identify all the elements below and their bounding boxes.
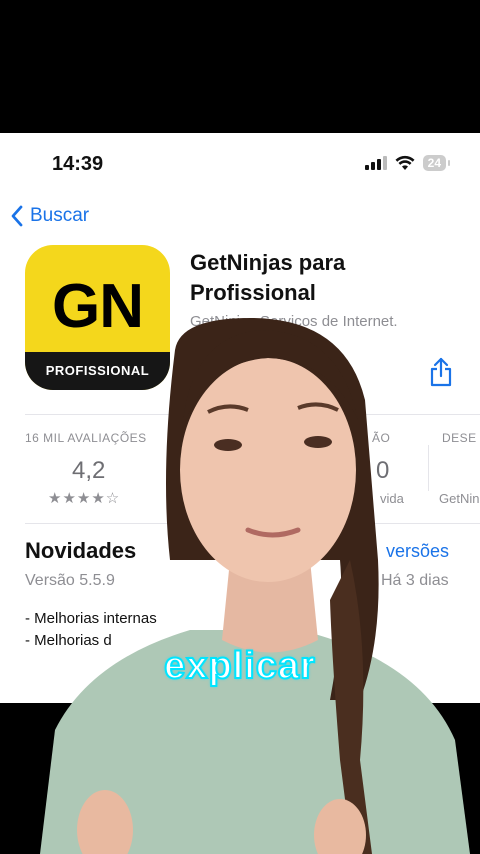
wifi-icon: [395, 155, 415, 170]
divider: [25, 523, 480, 524]
stat-col3-label: ÃO: [372, 431, 391, 445]
app-icon-band: PROFISSIONAL: [25, 352, 170, 390]
rating-value: 4,2: [72, 457, 106, 484]
chevron-left-icon: [11, 205, 23, 227]
divider: [25, 414, 480, 415]
app-title: GetNinjas para Profissional: [190, 250, 346, 305]
signal-icon: [364, 156, 387, 170]
back-button[interactable]: Buscar: [10, 205, 89, 227]
video-bottom-bar: [0, 703, 480, 854]
release-date: Há 3 dias: [381, 572, 449, 589]
version-history-link[interactable]: versões: [386, 541, 449, 562]
subtitle-caption: explicar: [163, 644, 316, 688]
back-label: Buscar: [30, 205, 90, 226]
stat-separator: [428, 445, 429, 491]
app-icon-text: GN: [52, 272, 144, 341]
rating-stars: ★★★★☆: [48, 490, 121, 507]
app-developer[interactable]: GetNinjas Serviços de Internet.: [190, 313, 398, 330]
stat-col3-value: 0: [376, 457, 390, 484]
video-top-bar: [0, 0, 480, 133]
news-title: Novidades: [25, 538, 137, 563]
status-bar-icons: 24: [364, 155, 451, 171]
stat-col4-label: DESE: [442, 431, 477, 445]
version-text: Versão 5.5.9: [25, 572, 115, 589]
app-store-screen: 14:39 24 Buscar GN PROFISSIONAL GetNinja…: [0, 133, 480, 703]
ratings-label: 16 MIL AVALIAÇÕES: [25, 431, 147, 445]
status-time: 14:39: [52, 153, 104, 175]
stat-col4-sub: GetNin: [439, 491, 480, 506]
stat-col3-sub: vida: [380, 491, 404, 506]
share-icon[interactable]: [428, 357, 454, 387]
app-icon[interactable]: GN PROFISSIONAL: [25, 245, 170, 390]
release-note-item: - Melhorias internas: [25, 610, 157, 627]
battery-icon: 24: [422, 155, 451, 171]
